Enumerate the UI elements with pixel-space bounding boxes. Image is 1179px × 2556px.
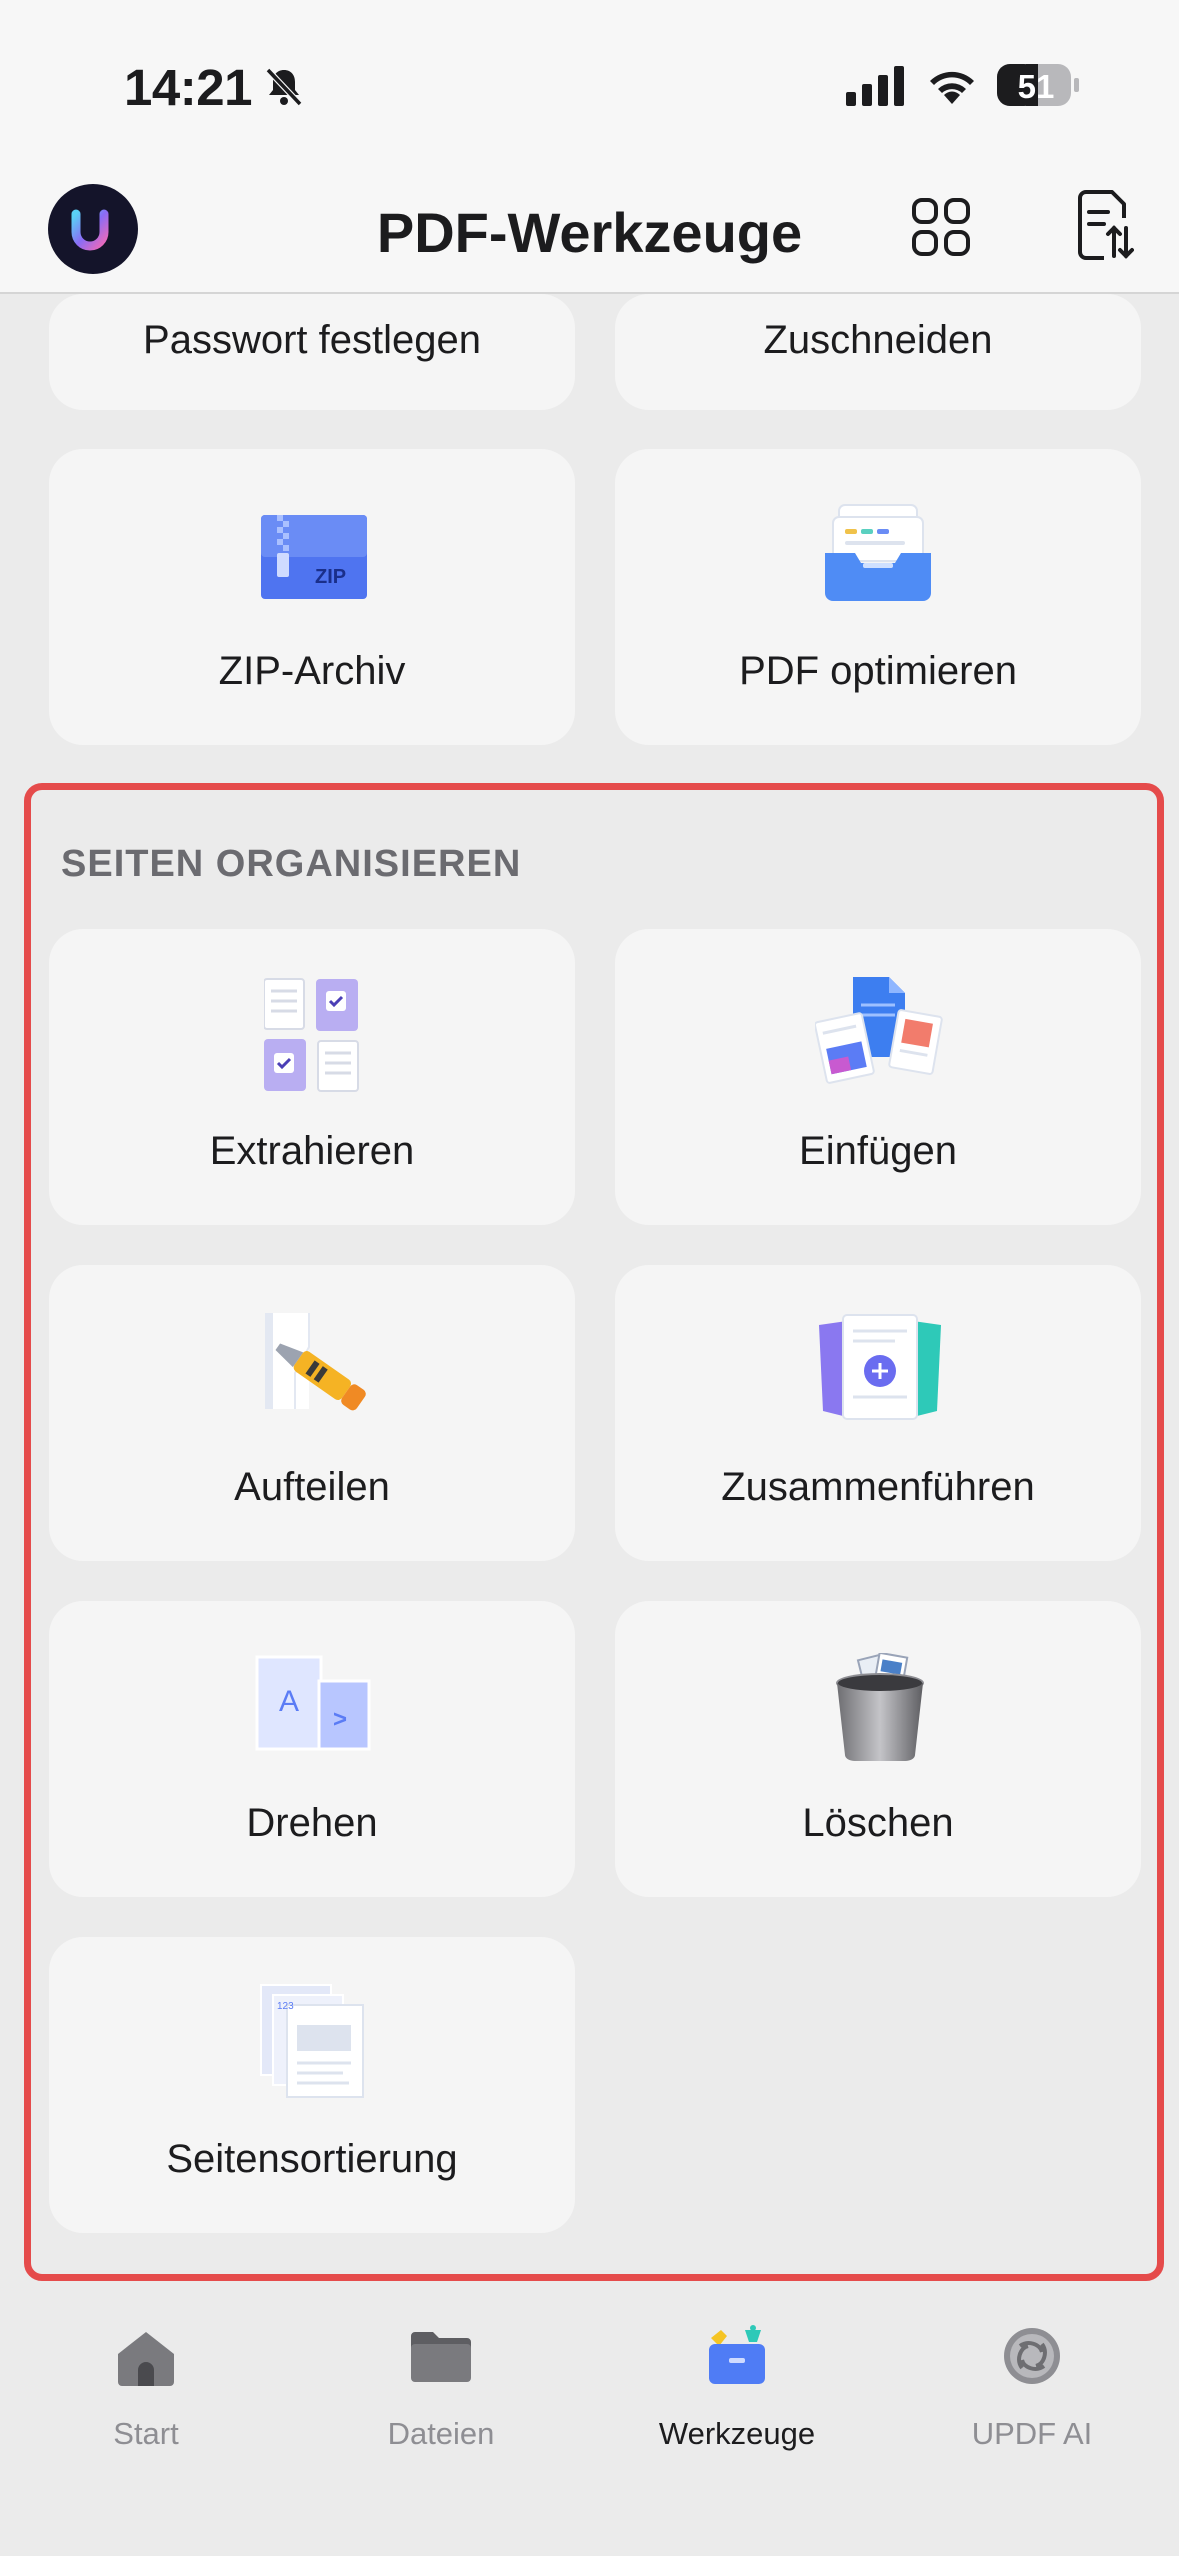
tab-files[interactable]: Dateien — [311, 2282, 571, 2451]
document-sort-icon[interactable] — [1074, 190, 1134, 260]
tab-start[interactable]: Start — [16, 2282, 276, 2451]
grid-view-icon[interactable] — [910, 196, 972, 258]
tools-icon — [709, 2325, 765, 2384]
tool-card-page-order[interactable]: 123 Seitensortierung — [49, 1937, 575, 2233]
wifi-icon — [930, 71, 974, 104]
tool-label: ZIP-Archiv — [218, 649, 406, 693]
tool-label: Löschen — [802, 1801, 954, 1845]
tab-updf-ai[interactable]: UPDF AI — [902, 2282, 1162, 2451]
tool-label: Zusammenführen — [721, 1465, 1035, 1509]
app-header: PDF-Werkzeuge — [0, 176, 1179, 294]
svg-text:123: 123 — [277, 2001, 294, 2012]
svg-text:ZIP: ZIP — [315, 566, 346, 588]
tool-card-merge[interactable]: Zusammenführen — [615, 1265, 1141, 1561]
page-title: PDF-Werkzeuge — [376, 201, 803, 264]
tab-tools[interactable]: Werkzeuge — [607, 2282, 867, 2451]
tab-label: Dateien — [387, 2416, 495, 2451]
optimize-tray-icon — [825, 504, 931, 601]
tool-card-zip[interactable]: ZIP ZIP-Archiv — [49, 449, 575, 745]
tool-card-password[interactable]: Passwort festlegen — [49, 294, 575, 410]
cellular-signal-icon — [846, 66, 904, 106]
tool-card-optimize[interactable]: PDF optimieren — [615, 449, 1141, 745]
ai-icon — [1004, 2328, 1060, 2384]
svg-text:>: > — [333, 1706, 347, 1733]
tool-card-split[interactable]: Aufteilen — [49, 1265, 575, 1561]
home-icon — [118, 2332, 174, 2386]
status-time: 14:21 — [124, 59, 252, 116]
insert-pages-icon — [815, 977, 943, 1084]
tool-card-extract[interactable]: Extrahieren — [49, 929, 575, 1225]
tab-label: UPDF AI — [971, 2416, 1093, 2451]
tool-card-insert[interactable]: Einfügen — [615, 929, 1141, 1225]
trash-bin-icon — [836, 1653, 924, 1761]
svg-text:A: A — [279, 1685, 299, 1718]
bell-slash-icon — [265, 67, 303, 107]
zip-archive-icon: ZIP — [261, 515, 367, 599]
rotate-pages-icon: A > — [255, 1655, 371, 1751]
tool-label: Zuschneiden — [763, 318, 993, 362]
tab-label: Werkzeuge — [658, 2416, 816, 2451]
tool-card-crop[interactable]: Zuschneiden — [615, 294, 1141, 410]
merge-pages-icon — [819, 1314, 941, 1420]
folder-icon — [411, 2332, 471, 2382]
status-bar: 14:21 51 — [0, 0, 1179, 176]
tool-card-delete[interactable]: Löschen — [615, 1601, 1141, 1897]
tab-bar: Start Dateien Werkzeuge UPDF AI — [0, 2282, 1179, 2556]
tool-label: Seitensortierung — [166, 2137, 458, 2181]
battery-level: 51 — [1017, 68, 1055, 105]
tab-label: Start — [113, 2416, 179, 2451]
extract-pages-icon — [264, 978, 359, 1092]
tool-label: PDF optimieren — [739, 649, 1017, 693]
section-title: SEITEN ORGANISIEREN — [61, 843, 522, 885]
split-cutter-icon — [265, 1313, 366, 1411]
tool-label: Passwort festlegen — [143, 318, 481, 362]
tool-label: Drehen — [246, 1801, 378, 1845]
tool-card-rotate[interactable]: A > Drehen — [49, 1601, 575, 1897]
tool-label: Einfügen — [799, 1129, 957, 1173]
tool-label: Aufteilen — [234, 1465, 390, 1509]
page-order-icon: 123 — [260, 1984, 364, 2098]
tool-label: Extrahieren — [209, 1129, 415, 1173]
